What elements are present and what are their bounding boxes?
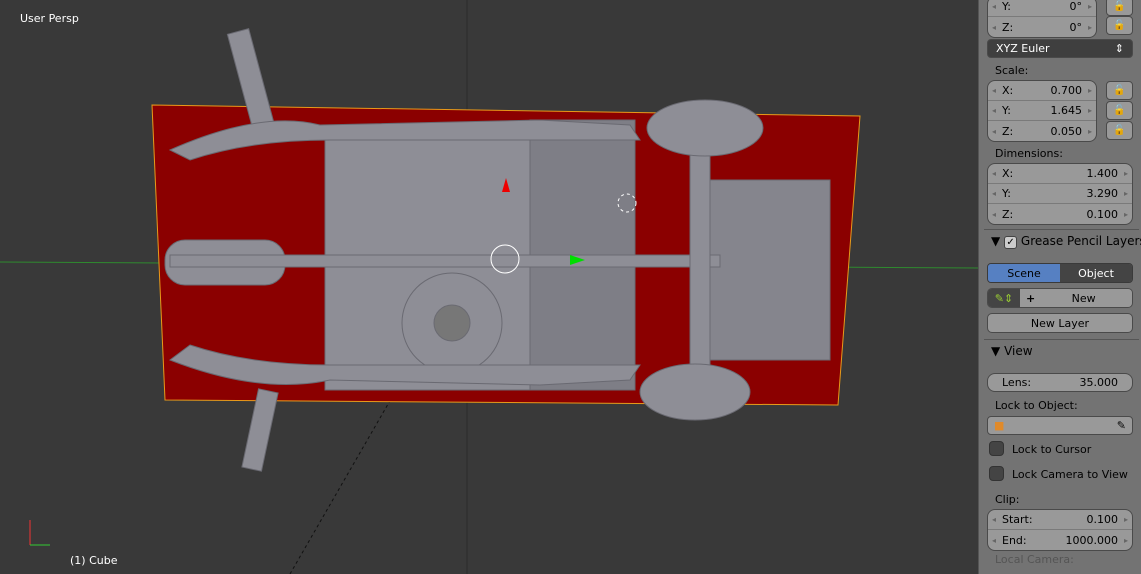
lock-icon[interactable]: 🔓 bbox=[1106, 0, 1133, 16]
field-label: Lens: bbox=[1002, 376, 1032, 389]
value: 3.290 bbox=[1086, 187, 1119, 200]
grease-source-tabs: Scene Object bbox=[987, 263, 1133, 283]
section-title: Grease Pencil Layers bbox=[1020, 234, 1141, 248]
value: 35.000 bbox=[1079, 376, 1119, 389]
pencil-icon[interactable]: ✎⇕ bbox=[988, 289, 1020, 307]
dimension-z-field[interactable]: Z: 0.100 bbox=[988, 204, 1132, 224]
value: 0.100 bbox=[1086, 207, 1119, 221]
axis-label: Z: bbox=[1002, 207, 1014, 221]
new-layer-button[interactable]: New Layer bbox=[987, 313, 1133, 333]
axis-label: X: bbox=[1002, 84, 1014, 97]
scale-z-field[interactable]: Z: 0.050 bbox=[988, 121, 1096, 141]
clip-start-field[interactable]: Start: 0.100 bbox=[988, 510, 1132, 530]
axis-label: Z: bbox=[1002, 20, 1014, 34]
lock-camera-checkbox[interactable] bbox=[989, 466, 1004, 481]
plus-icon: + bbox=[1026, 291, 1036, 305]
rotation-mode-select[interactable]: XYZ Euler ⇕ bbox=[987, 39, 1133, 58]
lock-icon[interactable]: 🔓 bbox=[1106, 16, 1133, 35]
axis-label: Y: bbox=[1002, 187, 1011, 200]
value: 0.700 bbox=[1050, 84, 1083, 97]
car-chassis bbox=[164, 27, 831, 472]
scale-fields: X: 0.700 Y: 1.645 Z: 0.050 bbox=[987, 80, 1097, 142]
section-title: View bbox=[1004, 344, 1033, 358]
lock-object-label: Lock to Object: bbox=[995, 399, 1078, 412]
new-grease-button[interactable]: + New bbox=[1020, 289, 1132, 307]
value: 0° bbox=[1069, 20, 1083, 34]
scale-y-field[interactable]: Y: 1.645 bbox=[988, 101, 1096, 121]
tab-scene[interactable]: Scene bbox=[988, 264, 1060, 282]
dimension-x-field[interactable]: X: 1.400 bbox=[988, 164, 1132, 184]
clip-end-field[interactable]: End: 1000.000 bbox=[988, 530, 1132, 550]
tab-object[interactable]: Object bbox=[1060, 264, 1132, 282]
eyedropper-icon[interactable]: ✎ bbox=[1117, 419, 1126, 432]
rotation-z-field[interactable]: Z: 0° bbox=[988, 17, 1096, 37]
3d-viewport[interactable]: User Persp (1) Cube bbox=[0, 0, 978, 574]
rotation-y-field[interactable]: Y: 0° bbox=[988, 0, 1096, 17]
rotation-fields: Y: 0° Z: 0° bbox=[987, 0, 1097, 38]
properties-panel: Y: 0° Z: 0° 🔓 🔓 XYZ Euler ⇕ Scale: X: 0.700 … bbox=[978, 0, 1141, 574]
cube-icon: ■ bbox=[994, 419, 1005, 432]
scene-render bbox=[0, 0, 978, 574]
value: 1.645 bbox=[1050, 104, 1083, 117]
value: 1.400 bbox=[1086, 167, 1119, 180]
field-label: Start: bbox=[1002, 513, 1033, 526]
scale-label: Scale: bbox=[995, 64, 1029, 77]
divider bbox=[984, 339, 1139, 340]
object-label: (1) Cube bbox=[70, 554, 118, 567]
dimensions-label: Dimensions: bbox=[995, 147, 1063, 160]
button-label: New bbox=[1071, 291, 1096, 305]
clip-fields: Start: 0.100 End: 1000.000 bbox=[987, 509, 1133, 551]
axis-indicator bbox=[29, 520, 50, 546]
field-label: End: bbox=[1002, 533, 1027, 547]
local-camera-label: Local Camera: bbox=[995, 553, 1074, 566]
collapse-arrow-icon: ▼ bbox=[991, 344, 1001, 358]
lock-camera-label: Lock Camera to View bbox=[1012, 468, 1128, 481]
axis-label: Z: bbox=[1002, 124, 1014, 138]
value: 0.100 bbox=[1086, 513, 1119, 526]
lock-cursor-checkbox[interactable] bbox=[989, 441, 1004, 456]
divider bbox=[984, 229, 1139, 230]
lock-object-field[interactable]: ■ ✎ bbox=[987, 416, 1133, 435]
view-label: User Persp bbox=[20, 12, 79, 25]
select-value: XYZ Euler bbox=[996, 42, 1050, 55]
view-header[interactable]: ▼ View bbox=[991, 344, 1033, 358]
value: 0° bbox=[1069, 0, 1083, 13]
updown-icon: ⇕ bbox=[1114, 42, 1124, 55]
lock-icon[interactable]: 🔓 bbox=[1106, 121, 1133, 140]
axis-label: X: bbox=[1002, 167, 1014, 180]
checkbox-checked-icon[interactable]: ✓ bbox=[1004, 236, 1018, 249]
axis-label: Y: bbox=[1002, 0, 1011, 13]
scale-x-field[interactable]: X: 0.700 bbox=[988, 81, 1096, 101]
dimensions-fields: X: 1.400 Y: 3.290 Z: 0.100 bbox=[987, 163, 1133, 225]
value: 1000.000 bbox=[1065, 533, 1119, 547]
grease-pencil-header[interactable]: ▼ ✓ Grease Pencil Layers bbox=[991, 234, 1141, 249]
value: 0.050 bbox=[1050, 124, 1083, 138]
lock-cursor-label: Lock to Cursor bbox=[1012, 443, 1092, 456]
clip-label: Clip: bbox=[995, 493, 1020, 506]
lock-icon[interactable]: 🔓 bbox=[1106, 81, 1133, 100]
grease-datablock: ✎⇕ + New bbox=[987, 288, 1133, 308]
collapse-arrow-icon: ▼ bbox=[991, 234, 1001, 248]
dimension-y-field[interactable]: Y: 3.290 bbox=[988, 184, 1132, 204]
lock-icon[interactable]: 🔓 bbox=[1106, 101, 1133, 120]
axis-label: Y: bbox=[1002, 104, 1011, 117]
lens-field[interactable]: Lens: 35.000 bbox=[987, 373, 1133, 392]
